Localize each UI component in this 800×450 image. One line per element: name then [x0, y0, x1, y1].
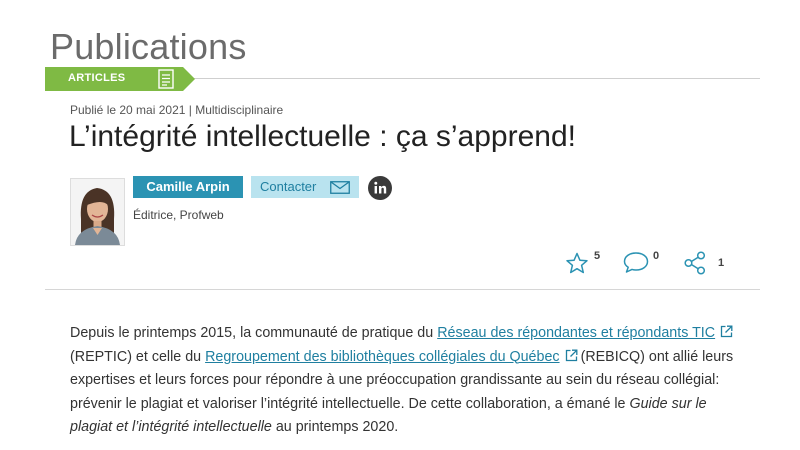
comments-count: 0 — [653, 250, 660, 262]
contact-button[interactable]: Contacter — [251, 176, 359, 198]
articles-tag-label: ARTICLES — [68, 72, 126, 84]
content-divider — [45, 289, 760, 290]
author-name-button[interactable]: Camille Arpin — [133, 176, 243, 198]
article-body: Depuis le printemps 2015, la communauté … — [70, 322, 750, 440]
linkedin-icon[interactable] — [368, 176, 392, 200]
contact-button-label: Contacter — [260, 179, 317, 194]
external-link-icon — [720, 325, 733, 338]
rebicq-link[interactable]: Regroupement des bibliothèques collégial… — [205, 349, 559, 365]
article-title: L’intégrité intellectuelle : ça s’appren… — [69, 120, 576, 153]
mail-icon — [330, 181, 350, 194]
share-icon[interactable] — [682, 250, 708, 276]
external-link-icon — [565, 349, 578, 361]
body-text-1: Depuis le printemps 2015, la communauté … — [70, 325, 438, 341]
body-text-2: (REPTIC) et celle du — [70, 348, 206, 365]
shares-count: 1 — [718, 257, 725, 269]
favorites-count: 5 — [594, 250, 601, 262]
body-text-4: au printemps 2020. — [271, 419, 399, 435]
comment-bubble-icon[interactable] — [623, 251, 649, 274]
articles-tag[interactable]: ARTICLES — [45, 67, 195, 91]
author-avatar — [70, 178, 125, 246]
author-role: Éditrice, Profweb — [133, 208, 224, 222]
reptic-link[interactable]: Réseau des répondantes et répondants TIC — [437, 325, 715, 341]
article-meta: Publié le 20 mai 2021 | Multidisciplinai… — [70, 103, 284, 117]
favorite-star-icon[interactable] — [565, 252, 589, 274]
page-title: Publications — [50, 26, 247, 68]
document-icon — [158, 69, 174, 89]
